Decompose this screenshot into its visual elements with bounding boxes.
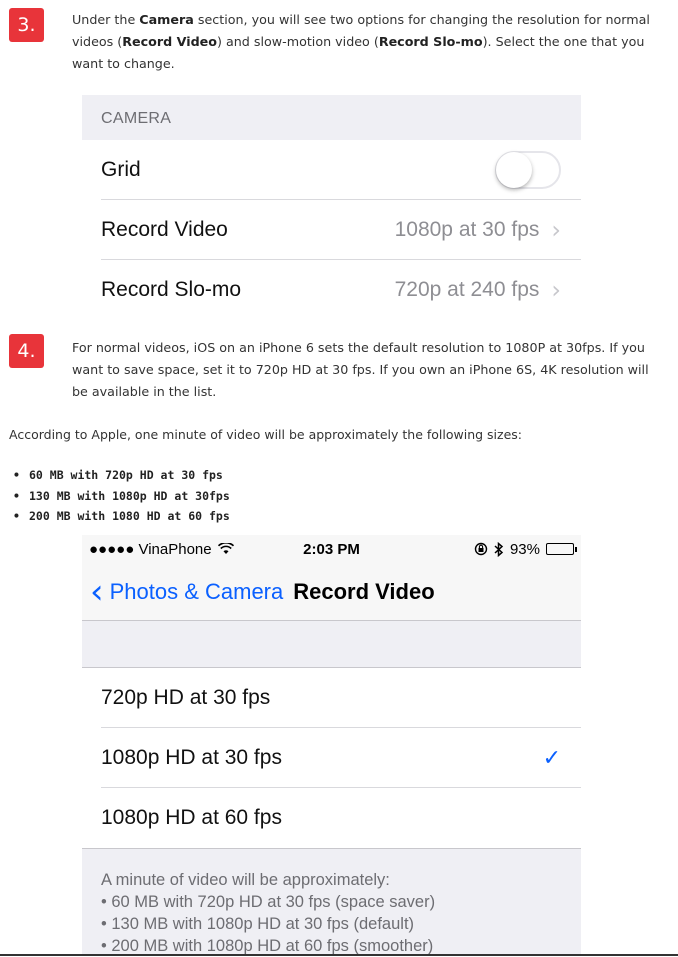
- grid-row[interactable]: Grid: [82, 140, 581, 200]
- group-spacer: [82, 621, 581, 668]
- back-button[interactable]: ‹ Photos & Camera: [90, 575, 283, 609]
- carrier-label: ●●●●● VinaPhone: [89, 540, 212, 558]
- record-video-value: 1080p at 30 fps: [394, 218, 540, 241]
- checkmark-icon: ✓: [542, 745, 561, 771]
- page-title: Record Video: [293, 578, 435, 604]
- option-1080p-60[interactable]: 1080p HD at 60 fps: [82, 788, 581, 848]
- footnote-line: • 60 MB with 720p HD at 30 fps (space sa…: [101, 893, 436, 911]
- footnote-line: • 130 MB with 1080p HD at 30 fps (defaul…: [101, 915, 415, 933]
- toggle-knob: [496, 152, 532, 188]
- apple-sizes-intro: According to Apple, one minute of video …: [9, 427, 522, 442]
- battery-icon: [546, 543, 577, 555]
- orientation-lock-icon: [474, 542, 488, 556]
- record-slomo-emphasis: Record Slo-mo: [378, 34, 483, 49]
- step-number-badge: 4.: [9, 334, 44, 368]
- camera-section-header: CAMERA: [82, 95, 581, 140]
- record-video-screenshot: ●●●●● VinaPhone 2:03 PM 93% ‹ Photos & C: [82, 535, 581, 956]
- list-item: 130 MB with 1080p HD at 30fps: [9, 486, 669, 507]
- grid-toggle[interactable]: [495, 151, 561, 189]
- footnote-line: A minute of video will be approximately:: [101, 871, 390, 889]
- option-label: 1080p HD at 60 fps: [101, 806, 282, 829]
- text-run: Under the: [72, 12, 140, 27]
- size-footnote: A minute of video will be approximately:…: [82, 848, 581, 956]
- record-video-emphasis: Record Video: [122, 34, 217, 49]
- list-item: 200 MB with 1080 HD at 60 fps: [9, 506, 669, 527]
- chevron-left-icon: ‹: [90, 571, 104, 612]
- chevron-right-icon: ›: [551, 216, 561, 244]
- battery-percent: 93%: [509, 540, 540, 558]
- wifi-icon: [217, 543, 234, 554]
- bluetooth-icon: [494, 541, 504, 557]
- option-720p-30[interactable]: 720p HD at 30 fps: [82, 668, 581, 728]
- list-item: 60 MB with 720p HD at 30 fps: [9, 465, 669, 486]
- grid-label: Grid: [101, 158, 141, 181]
- record-video-label: Record Video: [101, 218, 228, 241]
- option-label: 1080p HD at 30 fps: [101, 746, 282, 769]
- step-4-text: For normal videos, iOS on an iPhone 6 se…: [72, 340, 649, 399]
- step-number-badge: 3.: [9, 8, 44, 42]
- step-3-text: Under the Camera section, you will see t…: [72, 9, 667, 75]
- record-slomo-label: Record Slo-mo: [101, 278, 242, 301]
- camera-emphasis: Camera: [139, 12, 194, 27]
- option-1080p-30[interactable]: 1080p HD at 30 fps ✓: [82, 728, 581, 788]
- navigation-bar: ‹ Photos & Camera Record Video: [82, 563, 581, 621]
- page-divider: [0, 954, 678, 956]
- back-label: Photos & Camera: [109, 578, 284, 604]
- chevron-right-icon: ›: [551, 276, 561, 304]
- camera-settings-screenshot: CAMERA Grid Record Video 1080p at 30 fps…: [82, 95, 581, 320]
- video-size-list: 60 MB with 720p HD at 30 fps 130 MB with…: [9, 465, 669, 527]
- option-label: 720p HD at 30 fps: [101, 686, 271, 709]
- text-run: ) and slow-motion video (: [216, 34, 379, 49]
- record-slomo-row[interactable]: Record Slo-mo 720p at 240 fps ›: [82, 260, 581, 320]
- status-bar: ●●●●● VinaPhone 2:03 PM 93%: [82, 535, 581, 563]
- record-video-row[interactable]: Record Video 1080p at 30 fps ›: [82, 200, 581, 260]
- record-slomo-value: 720p at 240 fps: [394, 278, 540, 301]
